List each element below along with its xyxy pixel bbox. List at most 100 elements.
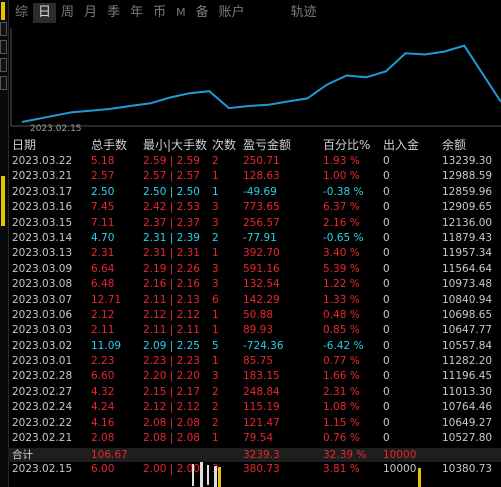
cell-count: 2 [212, 416, 219, 429]
cell-deposit-withdraw: 0 [383, 155, 390, 167]
table-row[interactable]: 2023.02.22 4.16 2.08 | 2.08 2 121.47 1.15 % 0 1… [12, 416, 501, 431]
tab-summary[interactable]: 综 [10, 3, 33, 23]
table-row[interactable]: 2023.02.27 4.32 2.15 | 2.17 2 248.84 2.31 % 0 1… [12, 385, 501, 400]
header-count[interactable]: 次数 [212, 137, 236, 154]
table-row[interactable]: 2023.03.13 2.31 2.31 | 2.31 1 392.70 3.40 % 0 1… [12, 246, 501, 261]
cell-count: 6 [212, 293, 219, 306]
header-deposit-withdraw[interactable]: 出入金 [383, 137, 419, 154]
table-row[interactable]: 2023.03.06 2.12 2.12 | 2.12 1 50.88 0.48 % 0 10… [12, 308, 501, 323]
tab-account[interactable]: 账户 [214, 3, 250, 23]
cell-deposit-withdraw: 0 [383, 247, 390, 260]
tab-year[interactable]: 年 [125, 3, 148, 23]
cell-balance: 10647.77 [442, 324, 493, 337]
table-row[interactable]: 2023.03.17 2.50 2.50 | 2.50 1 -49.69 -0.38 % 0… [12, 185, 501, 200]
table-row[interactable]: 2023.03.09 6.64 2.19 | 2.26 3 591.16 5.39 % 0 1… [12, 262, 501, 277]
table-row[interactable]: 2023.02.28 6.60 2.20 | 2.20 3 183.15 1.66 % 0 1… [12, 369, 501, 384]
cell-min-max-lots: 2.57 | 2.57 [143, 170, 200, 183]
table-row[interactable]: 2023.03.16 7.45 2.42 | 2.53 3 773.65 6.37 % 0 1… [12, 200, 501, 215]
bottom-chart-glimpse [192, 462, 421, 487]
cell-date: 2023.03.07 [12, 293, 73, 306]
cell-count: 3 [212, 201, 219, 214]
header-pnl[interactable]: 盈亏金额 [243, 137, 291, 154]
tab-m[interactable]: M [171, 3, 191, 23]
table-row[interactable]: 2023.03.21 2.57 2.57 | 2.57 1 128.63 1.00 % 0 1… [12, 169, 501, 184]
cell-percent: -0.38 % [323, 185, 364, 198]
cell-min-max-lots: 2.16 | 2.16 [143, 278, 200, 291]
cell-deposit-withdraw: 0 [383, 385, 390, 398]
cell-total-lots: 2.23 [91, 355, 115, 368]
cell-pnl: 79.54 [243, 432, 274, 445]
cell-min-max-lots: 2.23 | 2.23 [143, 355, 200, 368]
tab-quarter[interactable]: 季 [102, 3, 125, 23]
total-pnl: 3239.3 [243, 449, 280, 461]
cell-deposit-withdraw: 0 [383, 201, 390, 214]
cell-balance: 10973.48 [442, 278, 493, 291]
edge-tab[interactable] [0, 40, 7, 54]
total-deposit-withdraw: 10000 [383, 449, 417, 461]
cell-pnl: 392.70 [243, 247, 280, 260]
cell-total-lots: 7.11 [91, 216, 115, 229]
cell-balance: 11957.34 [442, 247, 493, 260]
edge-tab[interactable] [0, 58, 7, 72]
table-row[interactable]: 2023.03.14 4.70 2.31 | 2.39 2 -77.91 -0.65 % 0… [12, 231, 501, 246]
cell-count: 1 [212, 247, 219, 260]
table-row[interactable]: 2023.03.15 7.11 2.37 | 2.37 3 256.57 2.16 % 0 1… [12, 216, 501, 231]
cell-balance: 10649.27 [442, 416, 493, 429]
table-row[interactable]: 2023.03.01 2.23 2.23 | 2.23 1 85.75 0.77 % 0 11… [12, 354, 501, 369]
header-date[interactable]: 日期 [12, 137, 36, 154]
cell-percent: 5.39 % [323, 262, 360, 275]
table-row[interactable]: 2023.02.21 2.08 2.08 | 2.08 1 79.54 0.76 % 0 10… [12, 431, 501, 446]
header-percent[interactable]: 百分比% [323, 137, 370, 154]
cell-pnl: 183.15 [243, 370, 280, 383]
cell-count: 1 [212, 355, 219, 368]
header-total-lots[interactable]: 总手数 [91, 137, 127, 154]
table-row[interactable]: 2023.03.03 2.11 2.11 | 2.11 1 89.93 0.85 % 0 10… [12, 323, 501, 338]
cell-deposit-withdraw: 0 [383, 278, 390, 291]
chart-start-date: 2023.02.15 [30, 124, 82, 134]
tab-note[interactable]: 备 [191, 3, 214, 23]
cell-balance: 11196.45 [442, 370, 493, 383]
table-body: 2023.03.22 5.18 2.59 | 2.59 2 250.71 1.93 % 0 1… [12, 154, 501, 477]
tab-week[interactable]: 周 [56, 3, 79, 23]
cell-total-lots: 12.71 [91, 293, 122, 306]
cell-count: 2 [212, 385, 219, 398]
cell-min-max-lots: 2.12 | 2.12 [143, 308, 200, 321]
edge-tab[interactable] [0, 76, 7, 90]
cell-deposit-withdraw: 0 [383, 170, 390, 183]
cell-deposit-withdraw: 0 [383, 355, 390, 368]
cell-balance: 11013.30 [442, 385, 493, 398]
cell-balance: 10527.80 [442, 432, 493, 445]
cell-count: 2 [212, 401, 219, 414]
cell-date: 2023.02.27 [12, 385, 73, 398]
tab-currency[interactable]: 币 [148, 3, 171, 23]
cell-count: 2 [212, 155, 219, 167]
table-row[interactable]: 2023.03.22 5.18 2.59 | 2.59 2 250.71 1.93 % 0 1… [12, 154, 501, 169]
cell-count: 1 [212, 185, 219, 198]
cell-pnl: 248.84 [243, 385, 280, 398]
cell-percent: 1.08 % [323, 401, 360, 414]
cell-pnl: 128.63 [243, 170, 280, 183]
tab-day[interactable]: 日 [33, 3, 57, 23]
cell-balance: 10698.65 [442, 308, 493, 321]
table-row[interactable]: 2023.03.07 12.71 2.11 | 2.13 6 142.29 1.33 % 0… [12, 293, 501, 308]
cell-balance: 12988.59 [442, 170, 493, 183]
cell-pnl: 591.16 [243, 262, 280, 275]
header-min-max-lots[interactable]: 最小|大手数 [143, 137, 207, 154]
table-row[interactable]: 2023.03.02 11.09 2.09 | 2.25 5 -724.36 -6.42 … [12, 339, 501, 354]
cell-percent: 0.85 % [323, 324, 360, 337]
cell-total-lots: 4.16 [91, 416, 115, 429]
cell-pnl: 89.93 [243, 324, 274, 337]
cell-min-max-lots: 2.31 | 2.39 [143, 231, 200, 244]
daily-stats-table: 日期 总手数 最小|大手数 次数 盈亏金额 百分比% 出入金 余额 2023.0… [12, 137, 501, 477]
tab-track[interactable]: 轨迹 [286, 3, 322, 23]
edge-marker [1, 176, 5, 226]
cell-pnl: -77.91 [243, 231, 277, 244]
cell-min-max-lots: 2.42 | 2.53 [143, 201, 200, 214]
cell-total-lots: 2.31 [91, 247, 115, 260]
cell-deposit-withdraw: 0 [383, 324, 390, 337]
table-row[interactable]: 2023.03.08 6.48 2.16 | 2.16 3 132.54 1.22 % 0 1… [12, 277, 501, 292]
edge-tab[interactable] [0, 22, 7, 36]
header-balance[interactable]: 余额 [442, 137, 466, 154]
tab-month[interactable]: 月 [79, 3, 102, 23]
table-row[interactable]: 2023.02.24 4.24 2.12 | 2.12 2 115.19 1.08 % 0 1… [12, 400, 501, 415]
